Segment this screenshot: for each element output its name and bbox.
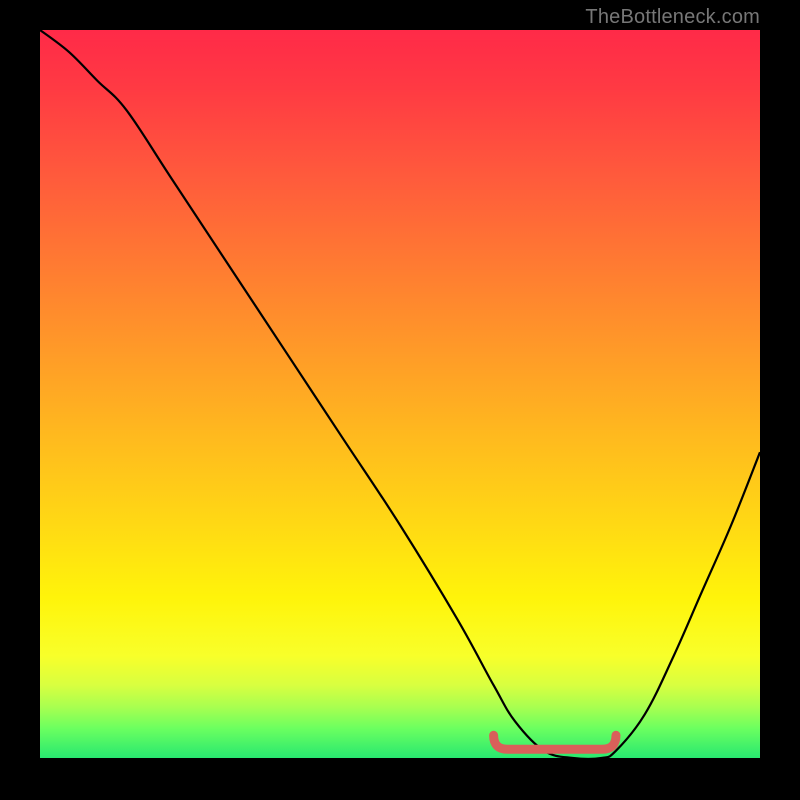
chart-svg: [40, 30, 760, 758]
plot-area: [40, 30, 760, 758]
chart-frame: TheBottleneck.com: [0, 0, 800, 800]
attribution-text: TheBottleneck.com: [585, 6, 760, 29]
bottleneck-curve: [40, 30, 760, 759]
optimal-range-highlight: [494, 735, 616, 749]
